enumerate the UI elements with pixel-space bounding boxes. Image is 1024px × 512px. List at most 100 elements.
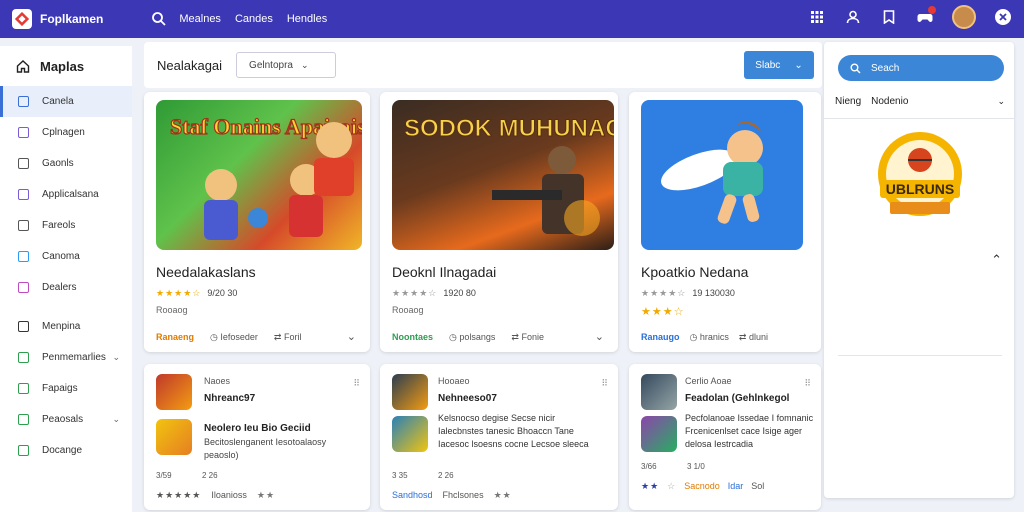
- game-card-1[interactable]: Staf Onains Apairais Needalakaslans ★★★★…: [144, 92, 370, 352]
- clock-icon: ◷: [449, 332, 460, 342]
- sidebar-item[interactable]: Cplnagen: [0, 117, 132, 148]
- game-rating: ★★★★☆ 1920 80: [392, 288, 476, 299]
- item-kicker: Naoes: [204, 376, 231, 386]
- star-rating-icon: ★★★☆: [641, 306, 685, 318]
- primary-action-label: Slabc: [755, 59, 781, 71]
- star-rating-icon: ★★: [641, 481, 660, 491]
- link-icon: ⇄: [511, 332, 522, 342]
- sidebar-item-label: Docange: [42, 445, 83, 456]
- item-footer: Sandhosd Fhclsones ★★: [392, 490, 512, 501]
- game-subtitle: Rooaog: [156, 305, 188, 315]
- sidebar: Maplas Canela Cplnagen Gaonls Applicalsana F…: [0, 46, 132, 512]
- game-thumbnail: [641, 416, 677, 452]
- list-card-3[interactable]: Cerlio Aoae Feadolan (Gehlnkegol Pecfola…: [629, 364, 821, 510]
- settings-icon[interactable]: [994, 8, 1012, 26]
- sidebar-item[interactable]: Applicalsana: [0, 179, 132, 210]
- rating-value: 1920 80: [443, 288, 476, 298]
- sidebar-header[interactable]: Maplas: [0, 46, 132, 86]
- panel-search-input[interactable]: Seach: [838, 55, 1004, 81]
- item-name: Nehneeso07: [438, 393, 497, 404]
- category-select[interactable]: Gelntopra ⌄: [236, 52, 337, 78]
- sidebar-item[interactable]: Fareols: [0, 210, 132, 241]
- sidebar-item[interactable]: Canela: [0, 86, 132, 117]
- game-rating: ★★★★☆ 19 130030: [641, 288, 735, 299]
- footer-label[interactable]: Fhclsones: [443, 490, 484, 501]
- item-meta: 3/59: [156, 471, 172, 480]
- game-thumbnail: [392, 416, 428, 452]
- primary-action-button[interactable]: Slabc ⌄: [744, 51, 814, 79]
- filter-value: Nodenio: [871, 96, 909, 107]
- chevron-down-icon[interactable]: ⌄: [347, 330, 356, 343]
- game-subtitle: Rooaog: [392, 305, 424, 315]
- card-actions: Ranaugo ◷ hranics ⇄ dluni: [641, 332, 821, 343]
- app-icon: [18, 189, 29, 200]
- sidebar-item[interactable]: Dealers: [0, 272, 132, 303]
- genre-tag[interactable]: Ranaugo: [641, 332, 680, 343]
- footer-end[interactable]: Sol: [751, 481, 764, 492]
- card-action[interactable]: ◷ polsangs: [449, 332, 495, 343]
- chevron-down-icon[interactable]: ⌄: [595, 330, 604, 343]
- panel-filter[interactable]: Nieng Nodenio ⌄: [835, 96, 1005, 107]
- gamepad-icon[interactable]: [916, 6, 936, 26]
- cards-icon: [18, 321, 29, 332]
- star-rating-icon: ★★★★☆: [641, 288, 687, 298]
- link-icon: ⇄: [738, 332, 749, 342]
- footer-tag[interactable]: Sandhosd: [392, 490, 433, 501]
- sidebar-item-label: Applicalsana: [42, 189, 99, 200]
- card-action[interactable]: ◷ Iefoseder: [210, 332, 258, 343]
- sidebar-item[interactable]: Canoma: [0, 241, 132, 272]
- nav-link[interactable]: Hendles: [287, 13, 327, 25]
- chevron-up-icon[interactable]: ⌃: [991, 252, 1002, 268]
- sidebar-item-label: Penmemarlies: [42, 352, 106, 363]
- star-rating-icon: ★★: [256, 490, 276, 500]
- chevron-down-icon: ⌄: [112, 414, 120, 424]
- art-caption: SODOK MUHUNAGAI: [404, 115, 614, 142]
- game-card-2[interactable]: SODOK MUHUNAGAI Deoknl Ilnagadai ★★★★☆ 19…: [380, 92, 618, 352]
- sidebar-item[interactable]: Fapaigs: [0, 373, 132, 404]
- sidebar-section-menpina[interactable]: Menpina: [0, 311, 132, 342]
- footer-label[interactable]: Sacnodo: [684, 481, 720, 492]
- sidebar-item[interactable]: Gaonls: [0, 148, 132, 179]
- card-action[interactable]: ⇄ dluni: [739, 332, 768, 343]
- game-title: Deoknl Ilnagadai: [392, 264, 497, 280]
- sidebar-item[interactable]: Penmemarlies ⌄: [0, 342, 132, 373]
- rating-value: 9/20 30: [207, 288, 238, 298]
- footer-tag[interactable]: Idar: [728, 481, 744, 492]
- sidebar-item[interactable]: Peaosals ⌄: [0, 404, 132, 435]
- item-meta: 3 35: [392, 471, 408, 480]
- game-thumbnail: [156, 419, 192, 455]
- app-logo-icon[interactable]: [12, 9, 32, 29]
- bookmark-icon[interactable]: [880, 8, 898, 26]
- user-icon[interactable]: [844, 8, 862, 26]
- link-icon: ⇄: [273, 332, 284, 342]
- clock-icon: ◷: [210, 332, 221, 342]
- card-action[interactable]: ⇄ Fonie: [511, 332, 544, 343]
- list-card-1[interactable]: Naoes Nhreanc97 Neolero Ieu Bio Geciid B…: [144, 364, 370, 510]
- card-action[interactable]: ◷ hranics: [690, 332, 729, 343]
- drag-handle-icon[interactable]: ⠿: [804, 378, 811, 389]
- game-art-image: SODOK MUHUNAGAI: [392, 100, 614, 250]
- game-art-image: Staf Onains Apairais: [156, 100, 362, 250]
- link-icon: [18, 251, 29, 262]
- list-card-2[interactable]: Hooaeo Nehneeso07 Kelsnocso degise Secse…: [380, 364, 618, 510]
- game-card-3[interactable]: Kpoatkio Nedana ★★★★☆ 19 130030 ★★★☆ Rana…: [629, 92, 821, 352]
- nav-link[interactable]: Candes: [235, 13, 273, 25]
- nav-link[interactable]: Mealnes: [179, 13, 221, 25]
- chat-icon: [18, 158, 29, 169]
- avatar[interactable]: [952, 5, 976, 29]
- sidebar-title: Maplas: [40, 58, 85, 74]
- chart-icon: [18, 383, 29, 394]
- star-rating-icon: ★★: [493, 490, 512, 500]
- sidebar-item-label: Fapaigs: [42, 383, 78, 394]
- card-action[interactable]: ⇄ Foril: [274, 332, 302, 343]
- sidebar-item[interactable]: Docange: [0, 435, 132, 466]
- footer-label[interactable]: Iloanioss: [211, 490, 247, 501]
- genre-tag[interactable]: Ranaeng: [156, 332, 194, 343]
- search-icon[interactable]: [151, 11, 167, 27]
- drag-handle-icon[interactable]: ⠿: [601, 378, 608, 389]
- sidebar-item-label: Gaonls: [42, 158, 74, 169]
- genre-tag[interactable]: Noontaes: [392, 332, 433, 343]
- apps-grid-icon[interactable]: [808, 8, 826, 26]
- game-thumbnail: [392, 374, 428, 410]
- drag-handle-icon[interactable]: ⠿: [353, 378, 360, 389]
